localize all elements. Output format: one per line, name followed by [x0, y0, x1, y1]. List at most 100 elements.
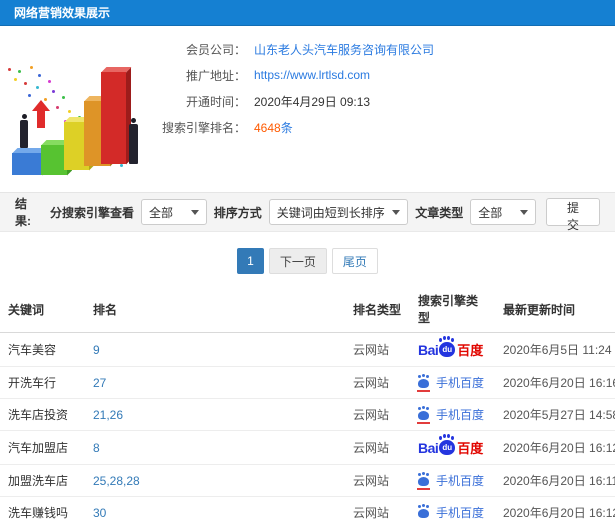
sort-filter-select[interactable]: 关键词由短到长排序 [268, 199, 409, 225]
rank-link[interactable]: 25,28,28 [93, 474, 140, 488]
confetti-dots-graphic [8, 68, 11, 71]
engine-cell: 手机百度 [410, 366, 495, 399]
table-row: 洗车赚钱吗 30 云网站 手机百度 2020年6月20日 16:12 [0, 496, 615, 520]
open-time-row: 开通时间： 2020年4月29日 09:13 [130, 88, 434, 114]
last-page-button[interactable]: 尾页 [331, 248, 378, 274]
table-row: 汽车加盟店 8 云网站 Bai du 百度 2020年6月20日 16:12 [0, 430, 615, 465]
table-row: 洗车店投资 21,26 云网站 手机百度 2020年5月27日 14:58 [0, 398, 615, 431]
up-arrow-graphic [32, 100, 50, 130]
article-type-filter-select[interactable]: 全部 [470, 199, 537, 225]
rank-link[interactable]: 30 [93, 506, 106, 520]
mobile-baidu-badge: 手机百度 [417, 374, 484, 392]
member-info-section: 会员公司： 山东老人头汽车服务咨询有限公司 推广地址： https://www.… [0, 26, 615, 192]
rank-cell: 27 [85, 366, 345, 399]
col-header-rank-type: 排名类型 [345, 286, 410, 333]
open-time-label: 开通时间： [185, 94, 246, 109]
chevron-down-icon [392, 209, 401, 215]
engine-rank-label: 搜索引擎排名： [161, 120, 246, 135]
engine-cell: 手机百度 [410, 496, 495, 520]
rank-link[interactable]: 27 [93, 376, 106, 390]
promo-url-link[interactable]: https://www.lrtlsd.com [254, 68, 370, 82]
col-header-updated: 最新更新时间 [495, 286, 615, 333]
rank-link[interactable]: 21,26 [93, 408, 123, 422]
rank-cell: 30 [85, 496, 345, 520]
rank-type-cell: 云网站 [345, 496, 410, 520]
engine-cell: 手机百度 [410, 398, 495, 431]
businessman-figure-left [19, 114, 29, 148]
rank-link[interactable]: 9 [93, 343, 100, 357]
rank-link[interactable]: 8 [93, 441, 100, 455]
updated-cell: 2020年6月20日 16:11 [495, 464, 615, 497]
keyword-cell: 洗车店投资 [0, 398, 85, 431]
member-company-link[interactable]: 山东老人头汽车服务咨询有限公司 [254, 41, 434, 58]
baidu-paw-icon: du [439, 436, 456, 455]
submit-button[interactable]: 提交 [546, 198, 601, 232]
rank-cell: 9 [85, 332, 345, 367]
engine-rank-row: 搜索引擎排名： 4648条 [130, 114, 434, 140]
baidu-paw-icon [417, 375, 430, 392]
mobile-baidu-badge: 手机百度 [418, 504, 484, 520]
rank-type-cell: 云网站 [345, 464, 410, 497]
baidu-logo: Bai du 百度 [418, 338, 484, 358]
member-company-row: 会员公司： 山东老人头汽车服务咨询有限公司 [130, 36, 434, 62]
keyword-cell: 汽车加盟店 [0, 430, 85, 465]
engine-cell: Bai du 百度 [410, 430, 495, 465]
updated-cell: 2020年6月20日 16:12 [495, 496, 615, 520]
updated-cell: 2020年6月5日 11:24 [495, 332, 615, 367]
bar-chart-graphic-blue [12, 153, 42, 175]
keyword-cell: 洗车赚钱吗 [0, 496, 85, 520]
rank-cell: 25,28,28 [85, 464, 345, 497]
col-header-engine-type: 搜索引擎类型 [410, 286, 495, 333]
updated-cell: 2020年6月20日 16:16 [495, 366, 615, 399]
keyword-cell: 汽车美容 [0, 332, 85, 367]
page-1-button[interactable]: 1 [237, 248, 264, 274]
col-header-keyword: 关键词 [0, 286, 85, 333]
keyword-cell: 加盟洗车店 [0, 464, 85, 497]
rank-type-cell: 云网站 [345, 398, 410, 431]
promo-url-label: 推广地址： [185, 68, 246, 83]
article-type-filter-label: 文章类型 [415, 205, 464, 220]
results-table-section: 关键词 排名 排名类型 搜索引擎类型 最新更新时间 汽车美容 9 云网站 Bai… [0, 286, 615, 520]
rank-type-cell: 云网站 [345, 366, 410, 399]
table-row: 开洗车行 27 云网站 手机百度 2020年6月20日 16:16 [0, 366, 615, 399]
rank-type-cell: 云网站 [345, 332, 410, 367]
baidu-paw-icon [417, 407, 430, 424]
mobile-baidu-badge: 手机百度 [417, 472, 484, 490]
baidu-paw-icon [417, 473, 430, 490]
mobile-baidu-badge: 手机百度 [417, 406, 484, 424]
engine-rank-unit: 条 [280, 120, 293, 135]
engine-filter-select[interactable]: 全部 [140, 199, 207, 225]
engine-cell: Bai du 百度 [410, 332, 495, 367]
promo-url-row: 推广地址： https://www.lrtlsd.com [130, 62, 434, 88]
keyword-cell: 开洗车行 [0, 366, 85, 399]
engine-filter-value: 全部 [148, 205, 173, 220]
chevron-down-icon [520, 209, 529, 215]
sort-filter-value: 关键词由短到长排序 [276, 205, 385, 220]
baidu-paw-icon [418, 505, 429, 518]
col-header-rank: 排名 [85, 286, 345, 333]
baidu-paw-icon: du [439, 338, 456, 357]
updated-cell: 2020年6月20日 16:12 [495, 430, 615, 465]
page-title: 网络营销效果展示 [14, 6, 111, 20]
engine-filter-label: 分搜索引擎查看 [49, 205, 134, 220]
engine-cell: 手机百度 [410, 464, 495, 497]
table-row: 加盟洗车店 25,28,28 云网站 手机百度 2020年6月20日 16:11 [0, 464, 615, 497]
rank-cell: 8 [85, 430, 345, 465]
article-type-filter-value: 全部 [478, 205, 503, 220]
member-info-list: 会员公司： 山东老人头汽车服务咨询有限公司 推广地址： https://www.… [130, 36, 434, 140]
member-company-label: 会员公司： [185, 42, 246, 57]
results-table: 关键词 排名 排名类型 搜索引擎类型 最新更新时间 汽车美容 9 云网站 Bai… [0, 286, 615, 520]
result-label: 结果: [15, 197, 31, 228]
next-page-button[interactable]: 下一页 [268, 248, 327, 274]
app-header: 网络营销效果展示 [0, 0, 615, 26]
table-row: 汽车美容 9 云网站 Bai du 百度 2020年6月5日 11:24 [0, 332, 615, 367]
rank-cell: 21,26 [85, 398, 345, 431]
chevron-down-icon [190, 209, 199, 215]
baidu-logo: Bai du 百度 [418, 436, 484, 456]
updated-cell: 2020年5月27日 14:58 [495, 398, 615, 431]
filter-bar: 结果: 分搜索引擎查看 全部 排序方式 关键词由短到长排序 文章类型 全部 提交 [0, 192, 615, 232]
open-time-value: 2020年4月29日 09:13 [254, 94, 371, 109]
table-header-row: 关键词 排名 排名类型 搜索引擎类型 最新更新时间 [0, 286, 615, 333]
bar-chart-graphic-red [101, 72, 126, 164]
engine-rank-count: 4648 [254, 120, 281, 135]
